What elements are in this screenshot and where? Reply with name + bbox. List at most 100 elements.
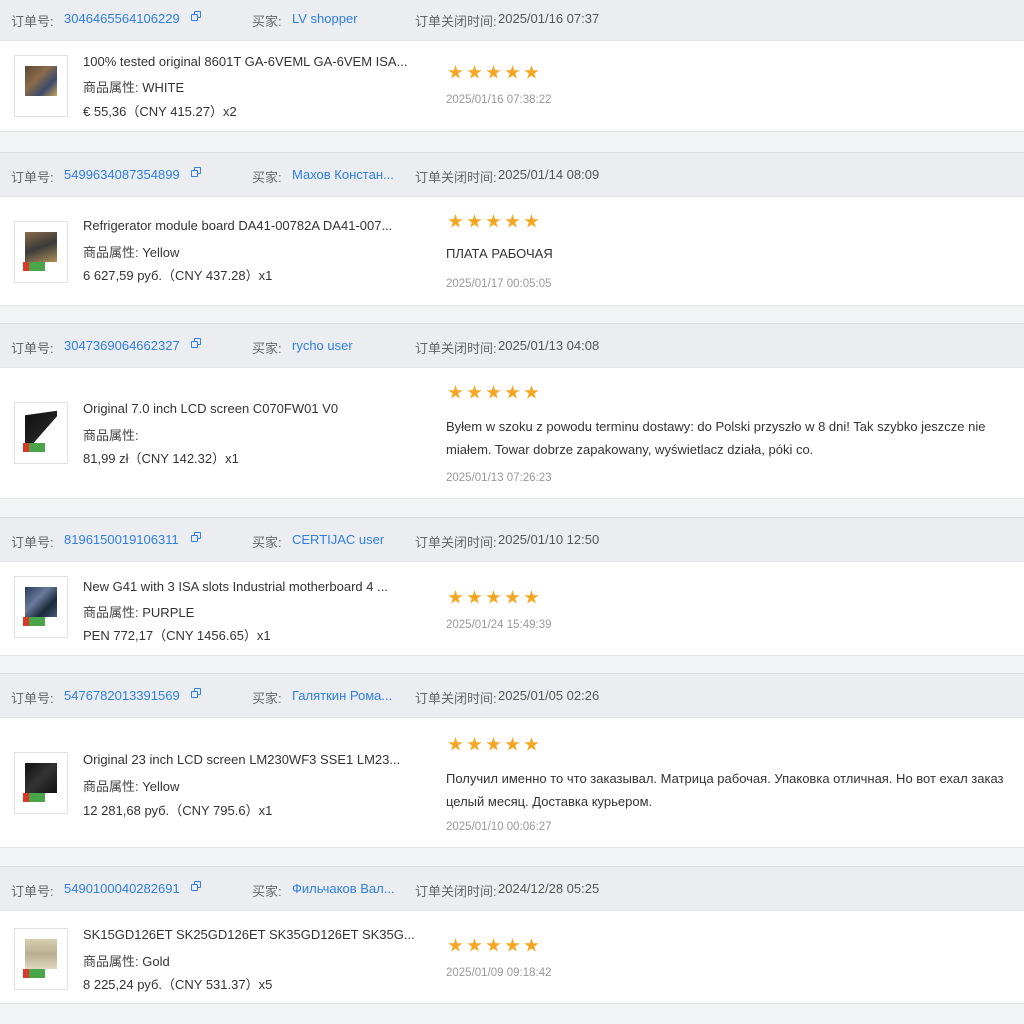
order-card: 订单号: 5476782013391569 买家: Галяткин Рома.…: [0, 673, 1024, 850]
star-icon: [505, 65, 520, 79]
order-body: 100% tested original 8601T GA-6VEML GA-6…: [0, 40, 1024, 132]
price-text: PEN 772,17（CNY 1456.65）x1: [83, 628, 271, 643]
copy-icon[interactable]: [191, 338, 202, 349]
close-time-value: 2025/01/13 04:08: [498, 338, 600, 353]
star-icon: [524, 737, 539, 751]
review-text: Byłem w szoku z powodu terminu dostawy: …: [446, 419, 986, 457]
star-icon: [486, 385, 501, 399]
rating-stars: [448, 385, 543, 401]
star-icon: [505, 737, 520, 751]
star-icon: [467, 938, 482, 952]
copy-icon[interactable]: [191, 532, 202, 543]
order-id-link[interactable]: 5490100040282691: [64, 881, 180, 896]
product-title-link[interactable]: 100% tested original 8601T GA-6VEML GA-6…: [83, 54, 407, 69]
order-id-link[interactable]: 5499634087354899: [64, 167, 180, 182]
order-body: SK15GD126ET SK25GD126ET SK35GD126ET SK35…: [0, 910, 1024, 1004]
product-thumbnail[interactable]: [14, 928, 68, 990]
close-time-value: 2025/01/16 07:37: [498, 11, 600, 26]
order-header: 订单号: 5476782013391569 买家: Галяткин Рома.…: [0, 673, 1024, 717]
star-icon: [467, 65, 482, 79]
copy-icon[interactable]: [191, 11, 202, 22]
review-date: 2025/01/24 15:49:39: [446, 619, 552, 631]
order-header: 订单号: 5490100040282691 买家: Фильчаков Вал.…: [0, 866, 1024, 910]
product-title-link[interactable]: New G41 with 3 ISA slots Industrial moth…: [83, 579, 388, 594]
star-icon: [524, 590, 539, 604]
star-icon: [467, 737, 482, 751]
buyer-link[interactable]: Галяткин Рома...: [292, 688, 404, 703]
order-header: 订单号: 3046465564106229 买家: LV shopper 订单关…: [0, 0, 1024, 40]
order-id-link[interactable]: 3047369064662327: [64, 338, 180, 353]
product-thumbnail[interactable]: [14, 576, 68, 638]
buyer-link[interactable]: rycho user: [292, 338, 404, 353]
price-text: 8 225,24 руб.（CNY 531.37）x5: [83, 977, 273, 992]
buyer-label: 买家:: [252, 341, 282, 356]
review-date: 2025/01/17 00:05:05: [446, 278, 552, 290]
close-time-value: 2024/12/28 05:25: [498, 881, 600, 896]
star-icon: [524, 214, 539, 228]
star-icon: [486, 65, 501, 79]
product-thumbnail[interactable]: [14, 752, 68, 814]
attr-value: WHITE: [142, 80, 185, 95]
order-card: 订单号: 3046465564106229 买家: LV shopper 订单关…: [0, 0, 1024, 138]
star-icon: [486, 590, 501, 604]
order-no-label: 订单号:: [11, 341, 54, 356]
close-time-value: 2025/01/14 08:09: [498, 167, 600, 182]
product-thumbnail[interactable]: [14, 221, 68, 283]
price-text: € 55,36（CNY 415.27）x2: [83, 104, 237, 119]
buyer-link[interactable]: Махов Констан...: [292, 167, 404, 182]
order-body: Refrigerator module board DA41-00782A DA…: [0, 196, 1024, 306]
star-icon: [448, 385, 463, 399]
order-card: 订单号: 8196150019106311 买家: CERTIJAC user …: [0, 517, 1024, 657]
star-icon: [448, 65, 463, 79]
star-icon: [448, 590, 463, 604]
attr-label: 商品属性:: [83, 779, 139, 794]
review-date: 2025/01/10 00:06:27: [446, 821, 552, 833]
product-title-link[interactable]: Refrigerator module board DA41-00782A DA…: [83, 218, 392, 233]
close-time-label: 订单关闭时间:: [415, 691, 497, 706]
buyer-link[interactable]: Фильчаков Вал...: [292, 881, 404, 896]
buyer-label: 买家:: [252, 170, 282, 185]
close-time-label: 订单关闭时间:: [415, 170, 497, 185]
order-no-label: 订单号:: [11, 884, 54, 899]
review-date: 2025/01/09 09:18:42: [446, 967, 552, 979]
review-date: 2025/01/13 07:26:23: [446, 472, 552, 484]
close-time-value: 2025/01/10 12:50: [498, 532, 600, 547]
product-thumbnail[interactable]: [14, 55, 68, 117]
order-id-link[interactable]: 3046465564106229: [64, 11, 180, 26]
product-title-link[interactable]: Original 7.0 inch LCD screen C070FW01 V0: [83, 401, 338, 416]
star-icon: [448, 214, 463, 228]
product-title-link[interactable]: SK15GD126ET SK25GD126ET SK35GD126ET SK35…: [83, 927, 415, 942]
copy-icon[interactable]: [191, 688, 202, 699]
star-icon: [448, 737, 463, 751]
review-text: Получил именно то что заказывал. Матрица…: [446, 771, 1004, 809]
close-time-label: 订单关闭时间:: [415, 14, 497, 29]
attr-value: Gold: [142, 954, 170, 969]
attr-value: Yellow: [142, 245, 180, 260]
buyer-label: 买家:: [252, 884, 282, 899]
product-title-link[interactable]: Original 23 inch LCD screen LM230WF3 SSE…: [83, 752, 400, 767]
copy-icon[interactable]: [191, 881, 202, 892]
buyer-label: 买家:: [252, 535, 282, 550]
rating-stars: [448, 214, 543, 230]
order-header: 订单号: 5499634087354899 买家: Махов Констан.…: [0, 152, 1024, 196]
review-text: ПЛАТА РАБОЧАЯ: [446, 246, 553, 261]
rating-stars: [448, 590, 543, 606]
order-card: 订单号: 5490100040282691 买家: Фильчаков Вал.…: [0, 866, 1024, 1006]
order-header: 订单号: 8196150019106311 买家: CERTIJAC user …: [0, 517, 1024, 561]
price-text: 81,99 zł（CNY 142.32）x1: [83, 451, 239, 466]
attr-label: 商品属性:: [83, 605, 139, 620]
order-id-link[interactable]: 5476782013391569: [64, 688, 180, 703]
buyer-link[interactable]: CERTIJAC user: [292, 532, 404, 547]
buyer-link[interactable]: LV shopper: [292, 11, 404, 26]
order-no-label: 订单号:: [11, 14, 54, 29]
product-thumbnail[interactable]: [14, 402, 68, 464]
review-date: 2025/01/16 07:38:22: [446, 94, 552, 106]
attr-value: Yellow: [142, 779, 180, 794]
close-time-label: 订单关闭时间:: [415, 341, 497, 356]
order-id-link[interactable]: 8196150019106311: [64, 532, 179, 547]
attr-label: 商品属性:: [83, 954, 139, 969]
copy-icon[interactable]: [191, 167, 202, 178]
star-icon: [524, 65, 539, 79]
order-card: 订单号: 3047369064662327 买家: rycho user 订单关…: [0, 323, 1024, 501]
attr-label: 商品属性:: [83, 80, 139, 95]
